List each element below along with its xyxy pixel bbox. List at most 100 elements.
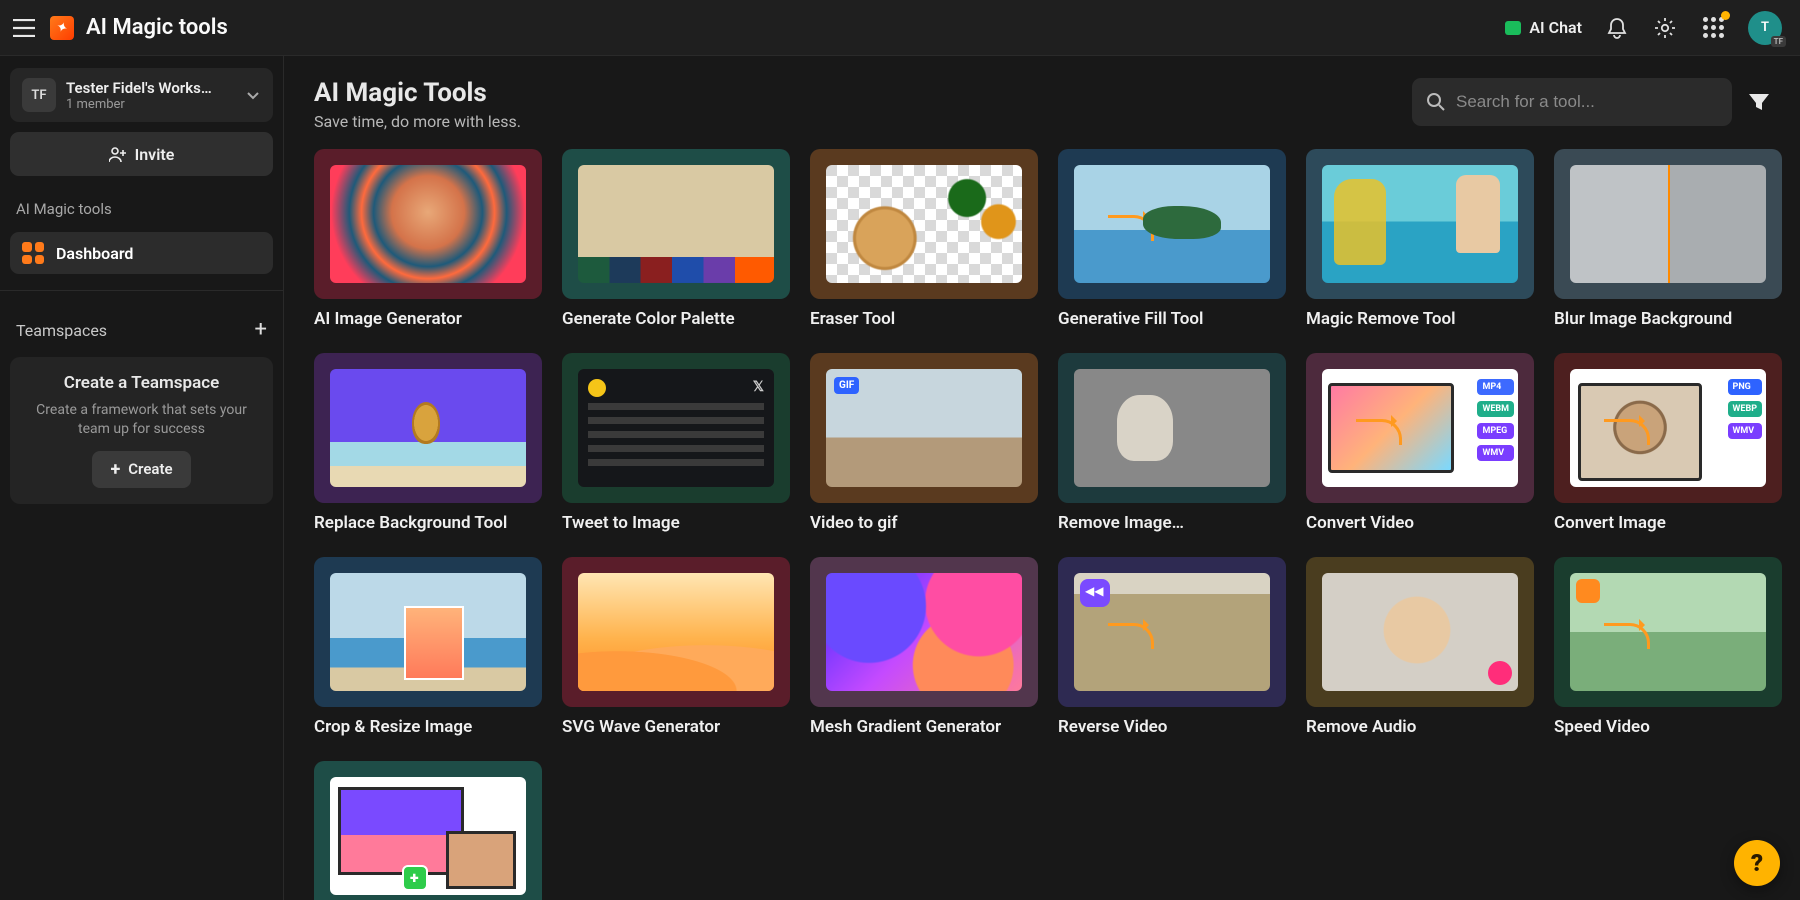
tool-title: Generate Color Palette [562,309,790,329]
tool-card[interactable]: Replace Background Tool [314,353,542,533]
tool-title: Remove Image… [1058,513,1286,533]
tool-thumbnail [1554,149,1782,299]
tool-title: Remove Audio [1306,717,1534,737]
format-badges: MP4WEBMMPEGWMV [1477,379,1514,461]
tool-card[interactable]: Mesh Gradient Generator [810,557,1038,737]
add-icon [402,865,428,891]
sidebar-item-dashboard[interactable]: Dashboard [10,232,273,274]
tool-card[interactable]: PNGWEBPWMV Convert Image [1554,353,1782,533]
tool-thumbnail [562,557,790,707]
person-add-icon [109,146,127,162]
thumbnail-image [1074,369,1270,487]
avatar-initial: T [1761,20,1769,35]
sidebar: TF Tester Fidel's Works… 1 member Invite… [0,56,284,900]
workspace-info: Tester Fidel's Works… 1 member [66,79,235,112]
topbar: AI Magic tools AI Chat T TF [0,0,1800,56]
tool-thumbnail [562,149,790,299]
tool-title: Reverse Video [1058,717,1286,737]
menu-icon[interactable] [10,14,38,42]
workspace-name: Tester Fidel's Works… [66,79,235,97]
thumbnail-image [1074,165,1270,283]
tool-thumbnail [810,149,1038,299]
tool-thumbnail [1554,557,1782,707]
app-logo-icon[interactable] [50,16,74,40]
tool-title: Convert Video [1306,513,1534,533]
tool-card[interactable]: SVG Wave Generator [562,557,790,737]
help-label: ? [1751,849,1763,877]
notifications-icon[interactable] [1604,15,1630,41]
ai-chat-button[interactable]: AI Chat [1505,18,1582,37]
tool-title: Convert Image [1554,513,1782,533]
tool-card[interactable]: Remove Image… [1058,353,1286,533]
tool-card[interactable]: 𝕏Tweet to Image [562,353,790,533]
workspace-avatar: TF [22,78,56,112]
plus-icon: + [110,459,120,480]
tool-card[interactable]: Video to gif [810,353,1038,533]
main-content: AI Magic Tools Save time, do more with l… [284,56,1800,900]
thumbnail-image [578,573,774,691]
tool-thumbnail: PNGWEBPWMV [1554,353,1782,503]
tool-card[interactable] [314,761,542,900]
add-teamspace-button[interactable]: + [255,319,267,341]
tool-card[interactable]: Reverse Video [1058,557,1286,737]
thumbnail-image [826,369,1022,487]
thumbnail-image: 𝕏 [578,369,774,487]
search-input[interactable] [1456,92,1718,112]
teamspace-card-desc: Create a framework that sets your team u… [24,401,259,439]
tool-card[interactable]: Speed Video [1554,557,1782,737]
create-teamspace-button[interactable]: + Create [92,451,190,488]
tool-card[interactable]: Remove Audio [1306,557,1534,737]
thumbnail-image [1570,573,1766,691]
x-logo-icon: 𝕏 [753,379,764,395]
sidebar-item-label: Dashboard [56,244,133,263]
arrow-icon [1108,215,1154,241]
thumbnail-image [330,573,526,691]
tool-thumbnail [810,353,1038,503]
tool-card[interactable]: Magic Remove Tool [1306,149,1534,329]
tool-card[interactable]: Generative Fill Tool [1058,149,1286,329]
tool-title: Speed Video [1554,717,1782,737]
apps-icon[interactable] [1700,15,1726,41]
help-button[interactable]: ? [1734,840,1780,886]
tool-card[interactable]: Generate Color Palette [562,149,790,329]
tool-thumbnail: 𝕏 [562,353,790,503]
tool-card[interactable]: Crop & Resize Image [314,557,542,737]
tool-card[interactable]: Eraser Tool [810,149,1038,329]
tool-card[interactable]: MP4WEBMMPEGWMV Convert Video [1306,353,1534,533]
filter-icon[interactable] [1748,92,1770,112]
tool-thumbnail [1306,557,1534,707]
tool-card[interactable]: AI Image Generator [314,149,542,329]
chevron-down-icon [245,87,261,103]
app-title: AI Magic tools [86,15,228,40]
workspace-switcher[interactable]: TF Tester Fidel's Works… 1 member [10,68,273,122]
tool-thumbnail [1058,353,1286,503]
main-header: AI Magic Tools Save time, do more with l… [314,78,1770,131]
arrow-icon [1108,623,1154,649]
teamspaces-label: Teamspaces [16,321,107,340]
tools-grid: AI Image Generator Generate Color Palette… [314,149,1770,900]
search-box[interactable] [1412,78,1732,126]
page-subtitle: Save time, do more with less. [314,112,521,131]
tool-card[interactable]: Blur Image Background [1554,149,1782,329]
thumbnail-image: MP4WEBMMPEGWMV [1322,369,1518,487]
thumbnail-image [578,165,774,283]
create-button-label: Create [128,460,172,478]
invite-button[interactable]: Invite [10,132,273,176]
search-icon [1426,92,1446,112]
thumbnail-image [330,777,526,895]
user-avatar[interactable]: T TF [1748,11,1782,45]
thumbnail-image [330,369,526,487]
ai-chat-label: AI Chat [1529,18,1582,37]
tool-title: Replace Background Tool [314,513,542,533]
tool-title: AI Image Generator [314,309,542,329]
thumbnail-image [826,165,1022,283]
chat-icon [1505,21,1521,35]
avatar-badge: TF [1771,36,1786,47]
settings-icon[interactable] [1652,15,1678,41]
tool-thumbnail: MP4WEBMMPEGWMV [1306,353,1534,503]
topbar-left: AI Magic tools [10,14,228,42]
sidebar-section-label: AI Magic tools [10,186,273,222]
thumbnail-image [1322,165,1518,283]
tool-title: Eraser Tool [810,309,1038,329]
topbar-right: AI Chat T TF [1505,11,1782,45]
